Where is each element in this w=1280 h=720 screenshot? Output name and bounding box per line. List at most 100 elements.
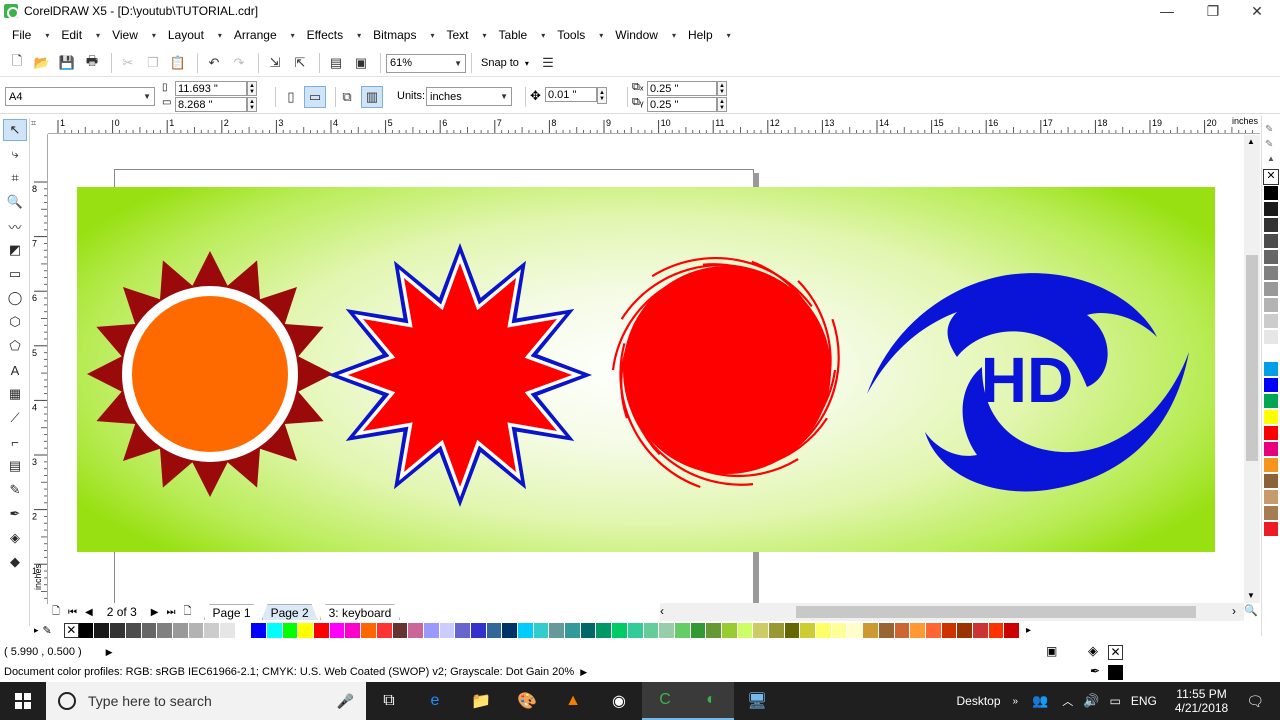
color-swatch[interactable] bbox=[753, 623, 769, 638]
cut-icon[interactable]: ✂ bbox=[117, 52, 139, 74]
color-swatch[interactable] bbox=[1263, 489, 1279, 505]
color-swatch[interactable] bbox=[596, 623, 613, 638]
units-combo[interactable]: inches ▼ bbox=[426, 87, 512, 106]
color-swatch[interactable] bbox=[674, 623, 691, 638]
color-swatch[interactable] bbox=[408, 623, 424, 638]
menu-tools[interactable]: Tools ▾ bbox=[551, 28, 609, 42]
vlc-icon[interactable]: ▲ bbox=[550, 682, 596, 720]
outline-color-swatch[interactable] bbox=[1108, 665, 1123, 680]
vertical-ruler[interactable]: 87654321 bbox=[30, 134, 48, 604]
color-swatch[interactable] bbox=[1263, 473, 1279, 489]
drawing-canvas[interactable]: HD bbox=[48, 135, 1244, 603]
menu-bitmaps[interactable]: Bitmaps ▾ bbox=[367, 28, 440, 42]
menu-file[interactable]: File ▾ bbox=[6, 28, 55, 42]
menu-arrange[interactable]: Arrange ▾ bbox=[228, 28, 301, 42]
pin-icon[interactable]: ✎ bbox=[1265, 124, 1280, 135]
menu-help[interactable]: Help ▾ bbox=[682, 28, 737, 42]
vertical-scroll-thumb[interactable] bbox=[1246, 255, 1258, 461]
freehand-tool-icon[interactable]: 〰 bbox=[3, 215, 27, 237]
pick-tool-icon[interactable]: ↖ bbox=[3, 119, 27, 141]
color-swatch[interactable] bbox=[1263, 217, 1279, 233]
coreldraw-taskbar-icon[interactable]: ◐ bbox=[688, 682, 734, 720]
chevron-up-icon[interactable]: ︿ bbox=[1062, 693, 1073, 709]
rectangle-tool-icon[interactable]: ▭ bbox=[3, 263, 27, 285]
microphone-icon[interactable]: 🎤 bbox=[337, 693, 354, 710]
color-swatch[interactable] bbox=[1263, 201, 1279, 217]
scroll-left-icon[interactable]: ‹ bbox=[660, 604, 664, 618]
color-swatch[interactable] bbox=[737, 623, 754, 638]
color-swatch[interactable] bbox=[502, 623, 518, 638]
star-shape[interactable] bbox=[328, 243, 592, 507]
outline-pen-icon[interactable]: ✒ bbox=[1090, 664, 1100, 678]
palette-scroll-icon[interactable]: ▸ bbox=[1026, 625, 1031, 636]
ellipse-tool-icon[interactable]: ◯ bbox=[3, 287, 27, 309]
file-explorer-icon[interactable]: 📁 bbox=[458, 682, 504, 720]
color-swatch[interactable] bbox=[1263, 281, 1279, 297]
color-swatch[interactable] bbox=[769, 623, 785, 638]
color-swatch[interactable] bbox=[267, 623, 283, 638]
color-swatch[interactable] bbox=[878, 623, 895, 638]
zoom-tool-icon[interactable]: 🔍 bbox=[3, 191, 27, 213]
snap-to-button[interactable]: Snap to bbox=[481, 57, 519, 69]
color-swatch[interactable] bbox=[863, 623, 879, 638]
color-swatch[interactable] bbox=[157, 623, 173, 638]
save-icon[interactable]: 💾 bbox=[56, 52, 78, 74]
color-swatch[interactable] bbox=[1263, 233, 1279, 249]
color-swatch[interactable] bbox=[1004, 623, 1020, 638]
duplicate-distance-x-field[interactable]: 0.25 " bbox=[647, 81, 717, 96]
first-page-icon[interactable]: ⏮ bbox=[68, 607, 77, 618]
application-launcher-icon[interactable]: ▤ bbox=[325, 52, 347, 74]
shape-tool-icon[interactable]: ⤷ bbox=[3, 143, 27, 165]
horizontal-scroll-thumb[interactable] bbox=[796, 606, 1196, 618]
color-swatch[interactable] bbox=[125, 623, 142, 638]
windows-start-button[interactable] bbox=[0, 682, 46, 720]
zoom-level-combo[interactable]: 61% ▼ bbox=[386, 53, 466, 73]
swirl-ball-shape[interactable] bbox=[611, 257, 840, 489]
color-swatch[interactable] bbox=[361, 623, 377, 638]
status-expand-icon[interactable]: ▶ bbox=[106, 647, 113, 658]
color-swatch[interactable] bbox=[1263, 345, 1279, 361]
clock[interactable]: 11:55 PM 4/21/2018 bbox=[1175, 687, 1228, 715]
zoom-navigator-icon[interactable]: 🔍 bbox=[1244, 604, 1258, 617]
color-swatch[interactable] bbox=[1263, 313, 1279, 329]
hd-logo-shape[interactable]: HD bbox=[867, 273, 1189, 492]
horizontal-ruler[interactable]: 1 0 1 2 3 4 5 6 7 8 9 10 11 12 13 14 15 16 17 18 19 20 bbox=[48, 116, 1260, 134]
dimension-tool-icon[interactable]: ⟋ bbox=[3, 407, 27, 429]
color-swatch[interactable] bbox=[1263, 409, 1279, 425]
status-expand-icon[interactable]: ▶ bbox=[580, 667, 587, 678]
basic-shapes-tool-icon[interactable]: ⬠ bbox=[3, 335, 27, 357]
all-pages-icon[interactable]: ⧉ bbox=[336, 86, 358, 108]
camtasia-icon[interactable]: C bbox=[642, 682, 688, 720]
color-swatch[interactable] bbox=[910, 623, 926, 638]
color-swatch[interactable] bbox=[816, 623, 832, 638]
network-icon[interactable]: ▭ bbox=[1109, 694, 1120, 708]
tab-page-1[interactable]: Page 1 bbox=[204, 604, 260, 620]
ruler-origin-icon[interactable]: ⌗ bbox=[31, 118, 36, 129]
import-icon[interactable]: ⇲ bbox=[264, 52, 286, 74]
page-height-stepper[interactable]: ▲ ▼ bbox=[247, 97, 257, 112]
color-swatch[interactable] bbox=[251, 623, 267, 638]
print-icon[interactable]: 🖶 bbox=[81, 52, 103, 74]
no-color-swatch[interactable]: ✕ bbox=[1263, 169, 1279, 185]
new-document-icon[interactable]: 🗋 bbox=[6, 52, 28, 74]
color-swatch[interactable] bbox=[1263, 425, 1279, 441]
color-swatch[interactable] bbox=[925, 623, 942, 638]
color-swatch[interactable] bbox=[1263, 185, 1279, 201]
color-swatch[interactable] bbox=[345, 623, 362, 638]
scroll-down-icon[interactable]: ▼ bbox=[1247, 591, 1255, 600]
eyedropper-palette-icon[interactable]: ✎ bbox=[43, 624, 52, 637]
color-swatch[interactable] bbox=[172, 623, 189, 638]
color-swatch[interactable] bbox=[94, 623, 111, 638]
page-add-icon[interactable]: 🗋 bbox=[52, 604, 60, 621]
nudge-distance-field[interactable]: 0.01 " bbox=[545, 87, 597, 102]
crop-tool-icon[interactable]: ⌗ bbox=[3, 167, 27, 189]
color-swatch[interactable] bbox=[1263, 297, 1279, 313]
current-page-icon[interactable]: ▥ bbox=[361, 86, 383, 108]
nudge-stepper[interactable]: ▲ ▼ bbox=[597, 87, 607, 104]
color-swatch[interactable] bbox=[329, 623, 346, 638]
open-icon[interactable]: 📂 bbox=[31, 52, 53, 74]
paste-icon[interactable]: 📋 bbox=[167, 52, 189, 74]
tab-page-2[interactable]: Page 2 bbox=[262, 604, 318, 620]
scroll-right-icon[interactable]: › bbox=[1232, 604, 1236, 618]
people-icon[interactable]: 👥 bbox=[1032, 693, 1048, 709]
